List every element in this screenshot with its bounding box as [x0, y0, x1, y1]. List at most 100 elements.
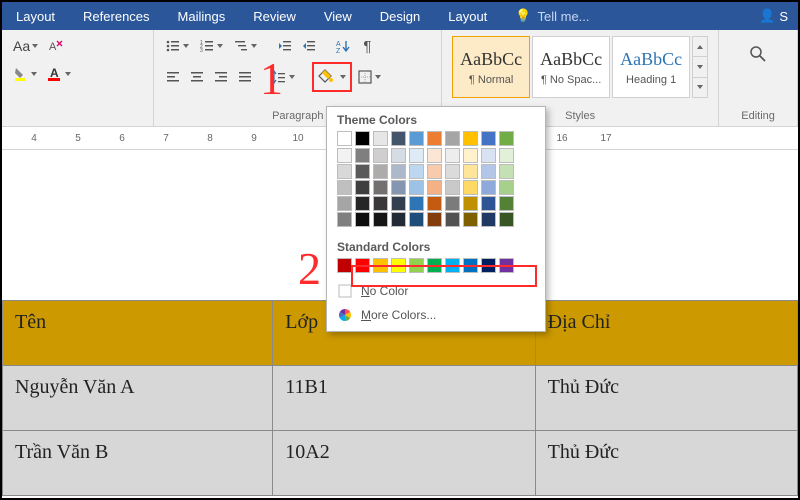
color-swatch[interactable]: [337, 196, 352, 211]
color-swatch[interactable]: [463, 180, 478, 195]
font-color-button[interactable]: A: [44, 62, 76, 86]
color-swatch[interactable]: [409, 180, 424, 195]
justify-button[interactable]: [234, 65, 256, 89]
color-swatch[interactable]: [355, 164, 370, 179]
color-swatch[interactable]: [337, 180, 352, 195]
color-swatch[interactable]: [445, 164, 460, 179]
tell-me[interactable]: 💡Tell me...: [501, 2, 603, 30]
color-swatch[interactable]: [337, 148, 352, 163]
change-case-button[interactable]: Aa: [10, 34, 43, 58]
color-swatch[interactable]: [355, 148, 370, 163]
find-button[interactable]: [727, 34, 789, 74]
color-swatch[interactable]: [463, 164, 478, 179]
color-swatch[interactable]: [373, 196, 388, 211]
color-swatch[interactable]: [463, 131, 478, 146]
color-swatch[interactable]: [373, 131, 388, 146]
color-swatch[interactable]: [481, 148, 496, 163]
align-left-button[interactable]: [162, 65, 184, 89]
tab-review[interactable]: Review: [239, 2, 310, 30]
table-cell[interactable]: Thủ Đức: [535, 366, 797, 431]
color-swatch[interactable]: [391, 131, 406, 146]
color-swatch[interactable]: [445, 148, 460, 163]
share-button[interactable]: 👤S: [749, 8, 798, 24]
color-swatch[interactable]: [427, 131, 442, 146]
color-swatch[interactable]: [391, 196, 406, 211]
color-swatch[interactable]: [373, 180, 388, 195]
tab-mailings[interactable]: Mailings: [164, 2, 240, 30]
color-swatch[interactable]: [499, 164, 514, 179]
shading-button[interactable]: [315, 65, 337, 89]
color-swatch[interactable]: [427, 180, 442, 195]
color-swatch[interactable]: [391, 164, 406, 179]
show-marks-button[interactable]: ¶: [356, 34, 378, 58]
clear-formatting-button[interactable]: A: [45, 34, 67, 58]
color-swatch[interactable]: [427, 196, 442, 211]
style-no-spacing[interactable]: AaBbCc¶ No Spac...: [532, 36, 610, 98]
table-cell[interactable]: 10A2: [273, 431, 535, 496]
table-header-cell[interactable]: Tên: [3, 301, 273, 366]
borders-button[interactable]: [354, 65, 386, 89]
align-center-button[interactable]: [186, 65, 208, 89]
style-heading1[interactable]: AaBbCcHeading 1: [612, 36, 690, 98]
color-swatch[interactable]: [499, 148, 514, 163]
color-swatch[interactable]: [427, 148, 442, 163]
color-swatch[interactable]: [481, 196, 496, 211]
color-swatch[interactable]: [391, 180, 406, 195]
color-swatch[interactable]: [337, 258, 352, 273]
text-highlight-button[interactable]: [10, 62, 42, 86]
color-swatch[interactable]: [337, 131, 352, 146]
table-header-cell[interactable]: Địa Chỉ: [535, 301, 797, 366]
color-swatch[interactable]: [355, 180, 370, 195]
color-swatch[interactable]: [373, 212, 388, 227]
color-swatch[interactable]: [391, 212, 406, 227]
align-right-button[interactable]: [210, 65, 232, 89]
color-swatch[interactable]: [499, 131, 514, 146]
numbering-button[interactable]: 123: [196, 34, 228, 58]
tab-view[interactable]: View: [310, 2, 366, 30]
color-swatch[interactable]: [445, 180, 460, 195]
color-swatch[interactable]: [463, 196, 478, 211]
tab-design[interactable]: Design: [366, 2, 434, 30]
shading-dropdown[interactable]: [337, 65, 349, 89]
style-gallery-scroll[interactable]: [692, 36, 708, 98]
color-swatch[interactable]: [409, 212, 424, 227]
color-swatch[interactable]: [499, 212, 514, 227]
table-cell[interactable]: 11B1: [273, 366, 535, 431]
color-swatch[interactable]: [373, 148, 388, 163]
table-row[interactable]: Nguyễn Văn A 11B1 Thủ Đức: [3, 366, 798, 431]
color-swatch[interactable]: [499, 180, 514, 195]
color-swatch[interactable]: [409, 148, 424, 163]
color-swatch[interactable]: [445, 131, 460, 146]
color-swatch[interactable]: [355, 212, 370, 227]
tab-table-layout[interactable]: Layout: [434, 2, 501, 30]
color-swatch[interactable]: [427, 212, 442, 227]
tab-references[interactable]: References: [69, 2, 163, 30]
color-swatch[interactable]: [409, 196, 424, 211]
color-swatch[interactable]: [409, 131, 424, 146]
tab-layout[interactable]: Layout: [2, 2, 69, 30]
table-cell[interactable]: Trần Văn B: [3, 431, 273, 496]
color-swatch[interactable]: [481, 180, 496, 195]
color-swatch[interactable]: [355, 196, 370, 211]
more-colors-item[interactable]: More Colors...: [327, 303, 545, 327]
color-swatch[interactable]: [481, 131, 496, 146]
table-cell[interactable]: Thủ Đức: [535, 431, 797, 496]
color-swatch[interactable]: [445, 212, 460, 227]
color-swatch[interactable]: [337, 212, 352, 227]
sort-button[interactable]: AZ: [332, 34, 354, 58]
color-swatch[interactable]: [373, 164, 388, 179]
color-swatch[interactable]: [481, 212, 496, 227]
color-swatch[interactable]: [445, 196, 460, 211]
color-swatch[interactable]: [337, 164, 352, 179]
color-swatch[interactable]: [409, 164, 424, 179]
style-normal[interactable]: AaBbCc¶ Normal: [452, 36, 530, 98]
color-swatch[interactable]: [355, 131, 370, 146]
table-cell[interactable]: Nguyễn Văn A: [3, 366, 273, 431]
color-swatch[interactable]: [463, 148, 478, 163]
color-swatch[interactable]: [391, 148, 406, 163]
multilevel-list-button[interactable]: [230, 34, 262, 58]
color-swatch[interactable]: [427, 164, 442, 179]
color-swatch[interactable]: [481, 164, 496, 179]
color-swatch[interactable]: [463, 212, 478, 227]
bullets-button[interactable]: [162, 34, 194, 58]
